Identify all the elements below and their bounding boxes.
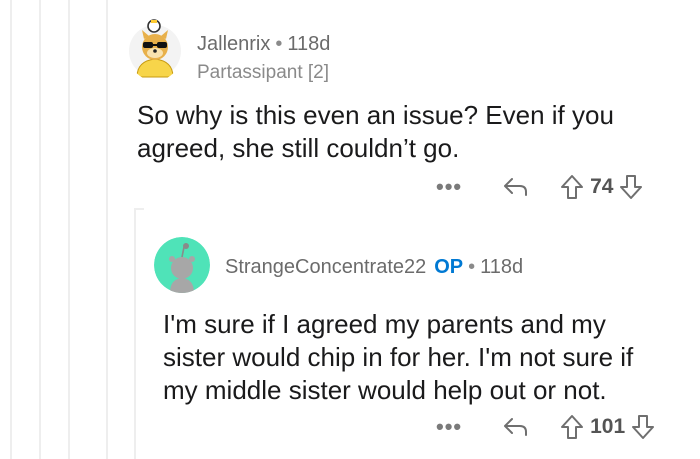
username-link[interactable]: StrangeConcentrate22 xyxy=(225,256,426,278)
downvote-arrow-icon[interactable] xyxy=(619,174,643,200)
comment-author-line: Jallenrix • 118d xyxy=(197,33,330,56)
user-avatar[interactable] xyxy=(127,17,183,81)
thread-line-5[interactable] xyxy=(134,210,136,459)
comment-age: 118d xyxy=(480,256,524,278)
thread-branch xyxy=(134,208,144,210)
comment-body: So why is this even an issue? Even if yo… xyxy=(137,100,614,163)
vote-score: 101 xyxy=(590,415,626,438)
thread-line-2[interactable] xyxy=(39,0,41,459)
comment-age: 118d xyxy=(287,33,331,55)
comment-actions: ••• 101 xyxy=(436,412,655,442)
user-avatar[interactable] xyxy=(154,237,210,293)
downvote-arrow-icon[interactable] xyxy=(631,414,655,440)
doge-avatar-icon xyxy=(129,19,181,78)
separator-dot: • xyxy=(468,256,476,278)
more-options-button[interactable]: ••• xyxy=(436,414,462,440)
comment-actions: ••• 74 xyxy=(436,172,643,202)
upvote-arrow-icon[interactable] xyxy=(560,174,584,200)
thread-line-4[interactable] xyxy=(106,0,108,459)
reply-arrow-icon[interactable] xyxy=(502,415,530,439)
upvote-arrow-icon[interactable] xyxy=(560,414,584,440)
vote-score: 74 xyxy=(590,175,614,198)
op-badge: OP xyxy=(434,256,464,278)
comment-author-line: StrangeConcentrate22 OP • 118d xyxy=(225,256,523,279)
thread-line-3[interactable] xyxy=(68,0,70,459)
snoo-avatar-icon xyxy=(154,237,210,293)
comment-body: I'm sure if I agreed my parents and my s… xyxy=(163,309,634,405)
user-flair: Partassipant [2] xyxy=(197,62,330,83)
more-options-button[interactable]: ••• xyxy=(436,174,462,200)
thread-line-1[interactable] xyxy=(10,0,12,459)
reply-arrow-icon[interactable] xyxy=(502,175,530,199)
separator-dot: • xyxy=(275,33,283,55)
username-link[interactable]: Jallenrix xyxy=(197,33,270,55)
